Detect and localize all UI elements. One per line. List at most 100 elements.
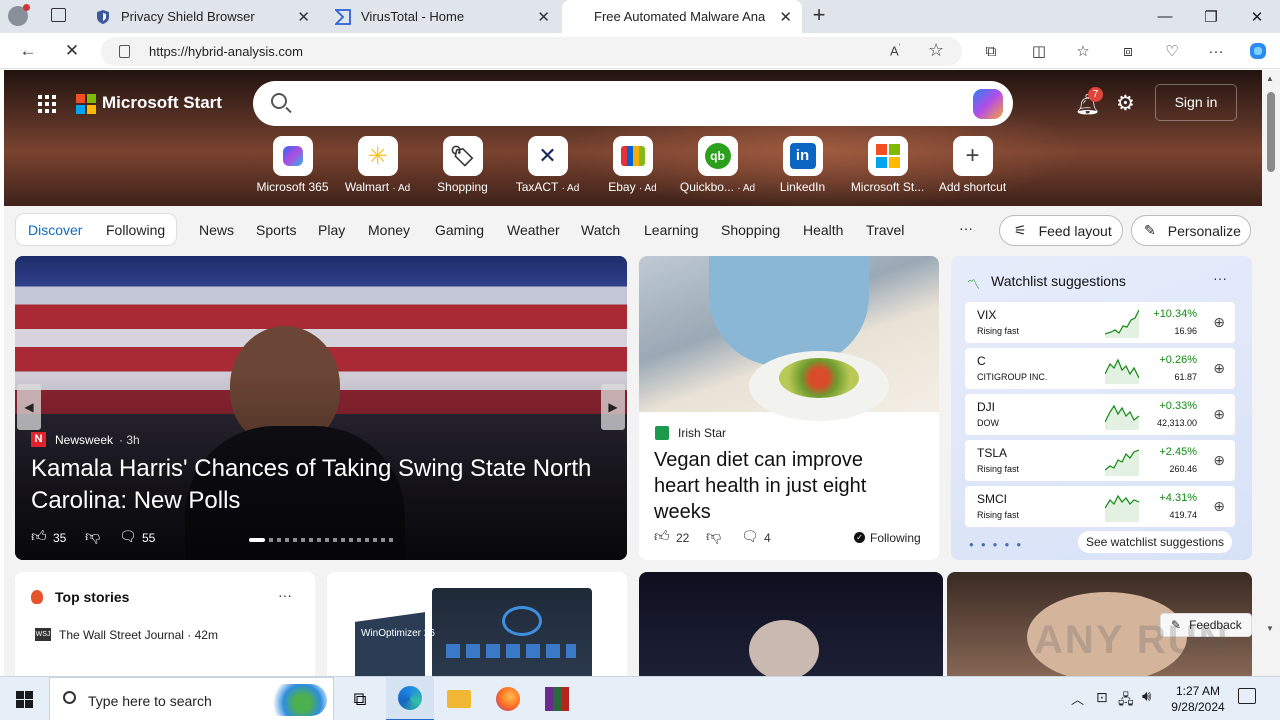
add-to-watchlist-icon[interactable]: ⊕ xyxy=(1213,360,1225,377)
close-tab-icon[interactable]: ✕ xyxy=(779,8,792,26)
nav-sports[interactable]: Sports xyxy=(256,222,296,238)
top-story-source[interactable]: The Wall Street Journal · 42m xyxy=(59,628,218,642)
story2-following[interactable]: Following xyxy=(870,531,921,545)
settings-more-icon[interactable]: ··· xyxy=(1201,36,1231,66)
read-aloud-icon[interactable]: Aʼ xyxy=(890,43,900,58)
meet-now-icon[interactable]: ⊡ xyxy=(1096,689,1108,706)
extensions-icon[interactable]: ⧉ xyxy=(976,36,1006,66)
close-tab-icon[interactable]: ✕ xyxy=(297,8,310,26)
carousel-next-button[interactable]: ▶ xyxy=(601,384,625,430)
nav-weather[interactable]: Weather xyxy=(507,222,560,238)
browser-essentials-icon[interactable]: ♡ xyxy=(1157,36,1187,66)
story-card-bottom-1[interactable] xyxy=(639,572,943,676)
minimize-button[interactable]: — xyxy=(1142,0,1188,33)
carousel-indicator[interactable] xyxy=(249,538,399,542)
top-stories-more-icon[interactable]: ··· xyxy=(278,587,292,603)
microsoft-logo[interactable] xyxy=(76,94,96,114)
volume-icon[interactable]: 🔊︎ xyxy=(1142,688,1151,705)
split-screen-icon[interactable]: ◫ xyxy=(1024,36,1054,66)
new-tab-button[interactable]: + xyxy=(808,4,830,28)
address-bar[interactable]: https://hybrid-analysis.com Aʼ ☆ xyxy=(101,37,962,66)
feed-layout-button[interactable]: ⚟ Feed layout xyxy=(999,215,1123,246)
copilot-icon[interactable] xyxy=(1243,36,1273,66)
story2-source[interactable]: Irish Star xyxy=(678,426,726,440)
close-tab-icon[interactable]: ✕ xyxy=(537,8,550,26)
file-explorer-icon[interactable] xyxy=(435,677,483,720)
restore-button[interactable]: ❐ xyxy=(1188,0,1234,33)
shortcut-microsoft-365[interactable]: Microsoft 365 xyxy=(250,136,335,194)
nav-money[interactable]: Money xyxy=(368,222,410,238)
watchlist-row-dji[interactable]: DJI DOW +0.33% 42,313.00 ⊕ xyxy=(965,394,1235,435)
nav-shopping[interactable]: Shopping xyxy=(721,222,780,238)
carousel-prev-button[interactable]: ◀ xyxy=(17,384,41,430)
add-to-watchlist-icon[interactable]: ⊕ xyxy=(1213,406,1225,423)
tab-discover[interactable]: Discover xyxy=(28,222,82,238)
site-info-icon[interactable] xyxy=(119,45,130,58)
winrar-icon[interactable] xyxy=(533,677,581,720)
edge-taskbar-icon[interactable] xyxy=(386,677,434,720)
page-scrollbar[interactable]: ▲ ▼ xyxy=(1262,70,1280,676)
shortcut-microsoft-store[interactable]: Microsoft St... xyxy=(845,136,930,194)
tab-privacy-shield[interactable]: Privacy Shield Browser ✕ xyxy=(82,0,320,33)
settings-gear-icon[interactable]: ⚙ xyxy=(1116,91,1135,116)
watchlist-pager[interactable]: ●●●●● xyxy=(969,540,1028,549)
shortcut-linkedin[interactable]: in LinkedIn xyxy=(760,136,845,194)
like-icon[interactable]: 👍︎ xyxy=(654,528,670,546)
notification-center-icon[interactable] xyxy=(1238,688,1256,704)
hero-source[interactable]: Newsweek xyxy=(55,433,113,447)
nav-news[interactable]: News xyxy=(199,222,234,238)
task-view-icon[interactable]: ⧉ xyxy=(336,677,384,720)
add-to-watchlist-icon[interactable]: ⊕ xyxy=(1213,314,1225,331)
watchlist-row-smci[interactable]: SMCI Rising fast +4.31% 419.74 ⊕ xyxy=(965,486,1235,527)
story-card-vegan[interactable]: Irish Star Vegan diet can improve heart … xyxy=(639,256,939,560)
ad-card-winoptimizer[interactable]: WinOptimizer 26 xyxy=(327,572,627,676)
tab-virustotal[interactable]: VirusTotal - Home ✕ xyxy=(322,0,560,33)
add-to-watchlist-icon[interactable]: ⊕ xyxy=(1213,452,1225,469)
scroll-down-icon[interactable]: ▼ xyxy=(1266,624,1274,633)
favorite-star-icon[interactable]: ☆ xyxy=(928,40,944,61)
tab-actions-icon[interactable] xyxy=(51,8,66,22)
shortcut-ebay[interactable]: Ebay · Ad xyxy=(590,136,675,194)
nav-watch[interactable]: Watch xyxy=(581,222,620,238)
url-text[interactable]: https://hybrid-analysis.com xyxy=(149,44,303,59)
tab-hybrid-analysis[interactable]: Free Automated Malware Analysis ✕ xyxy=(562,0,802,33)
shortcut-shopping[interactable]: 🏷︎ Shopping xyxy=(420,136,505,194)
shortcut-quickbooks[interactable]: qb Quickbo... · Ad xyxy=(675,136,760,194)
search-box[interactable] xyxy=(253,81,1013,126)
favorites-icon[interactable]: ☆ xyxy=(1068,36,1098,66)
nav-play[interactable]: Play xyxy=(318,222,345,238)
stop-loading-button[interactable]: ✕ xyxy=(57,36,87,66)
personalize-button[interactable]: ✎ Personalize xyxy=(1131,215,1251,246)
firefox-icon[interactable] xyxy=(484,677,532,720)
add-to-watchlist-icon[interactable]: ⊕ xyxy=(1213,498,1225,515)
see-watchlist-button[interactable]: See watchlist suggestions xyxy=(1078,531,1232,553)
dislike-icon[interactable]: 👎︎ xyxy=(85,528,100,546)
hero-story-card[interactable]: ◀ ▶ N Newsweek · 3h Kamala Harris' Chanc… xyxy=(15,256,627,560)
comment-icon[interactable]: 🗨︎ xyxy=(119,528,137,545)
shortcut-add[interactable]: + Add shortcut xyxy=(930,136,1015,194)
network-icon[interactable]: 🖧︎ xyxy=(1118,689,1134,713)
watchlist-row-vix[interactable]: VIX Rising fast +10.34% 16.96 ⊕ xyxy=(965,302,1235,343)
like-icon[interactable]: 👍︎ xyxy=(31,528,47,546)
watchlist-row-c[interactable]: C CITIGROUP INC. +0.26% 61.87 ⊕ xyxy=(965,348,1235,389)
watchlist-row-tsla[interactable]: TSLA Rising fast +2.45% 260.46 ⊕ xyxy=(965,440,1235,481)
scroll-thumb[interactable] xyxy=(1267,92,1275,172)
nav-travel[interactable]: Travel xyxy=(866,222,904,238)
back-button[interactable]: ← xyxy=(13,36,43,66)
comment-icon[interactable]: 🗨︎ xyxy=(741,528,759,545)
tab-following[interactable]: Following xyxy=(106,222,165,238)
watchlist-more-icon[interactable]: ··· xyxy=(1213,270,1227,286)
brand-title[interactable]: Microsoft Start xyxy=(102,93,222,113)
clock[interactable]: 1:27 AM 9/28/2024 xyxy=(1163,683,1233,715)
taskbar-search-box[interactable]: Type here to search xyxy=(49,677,334,720)
shortcut-walmart[interactable]: ✳ Walmart · Ad xyxy=(335,136,420,194)
hero-headline[interactable]: Kamala Harris' Chances of Taking Swing S… xyxy=(31,453,621,517)
story2-headline[interactable]: Vegan diet can improve heart health in j… xyxy=(654,447,914,525)
scroll-up-icon[interactable]: ▲ xyxy=(1266,74,1274,83)
show-hidden-icons[interactable]: ︿ xyxy=(1071,689,1084,708)
nav-gaming[interactable]: Gaming xyxy=(435,222,484,238)
dislike-icon[interactable]: 👎︎ xyxy=(706,528,721,546)
nav-health[interactable]: Health xyxy=(803,222,843,238)
sign-in-button[interactable]: Sign in xyxy=(1155,84,1237,121)
nav-learning[interactable]: Learning xyxy=(644,222,699,238)
